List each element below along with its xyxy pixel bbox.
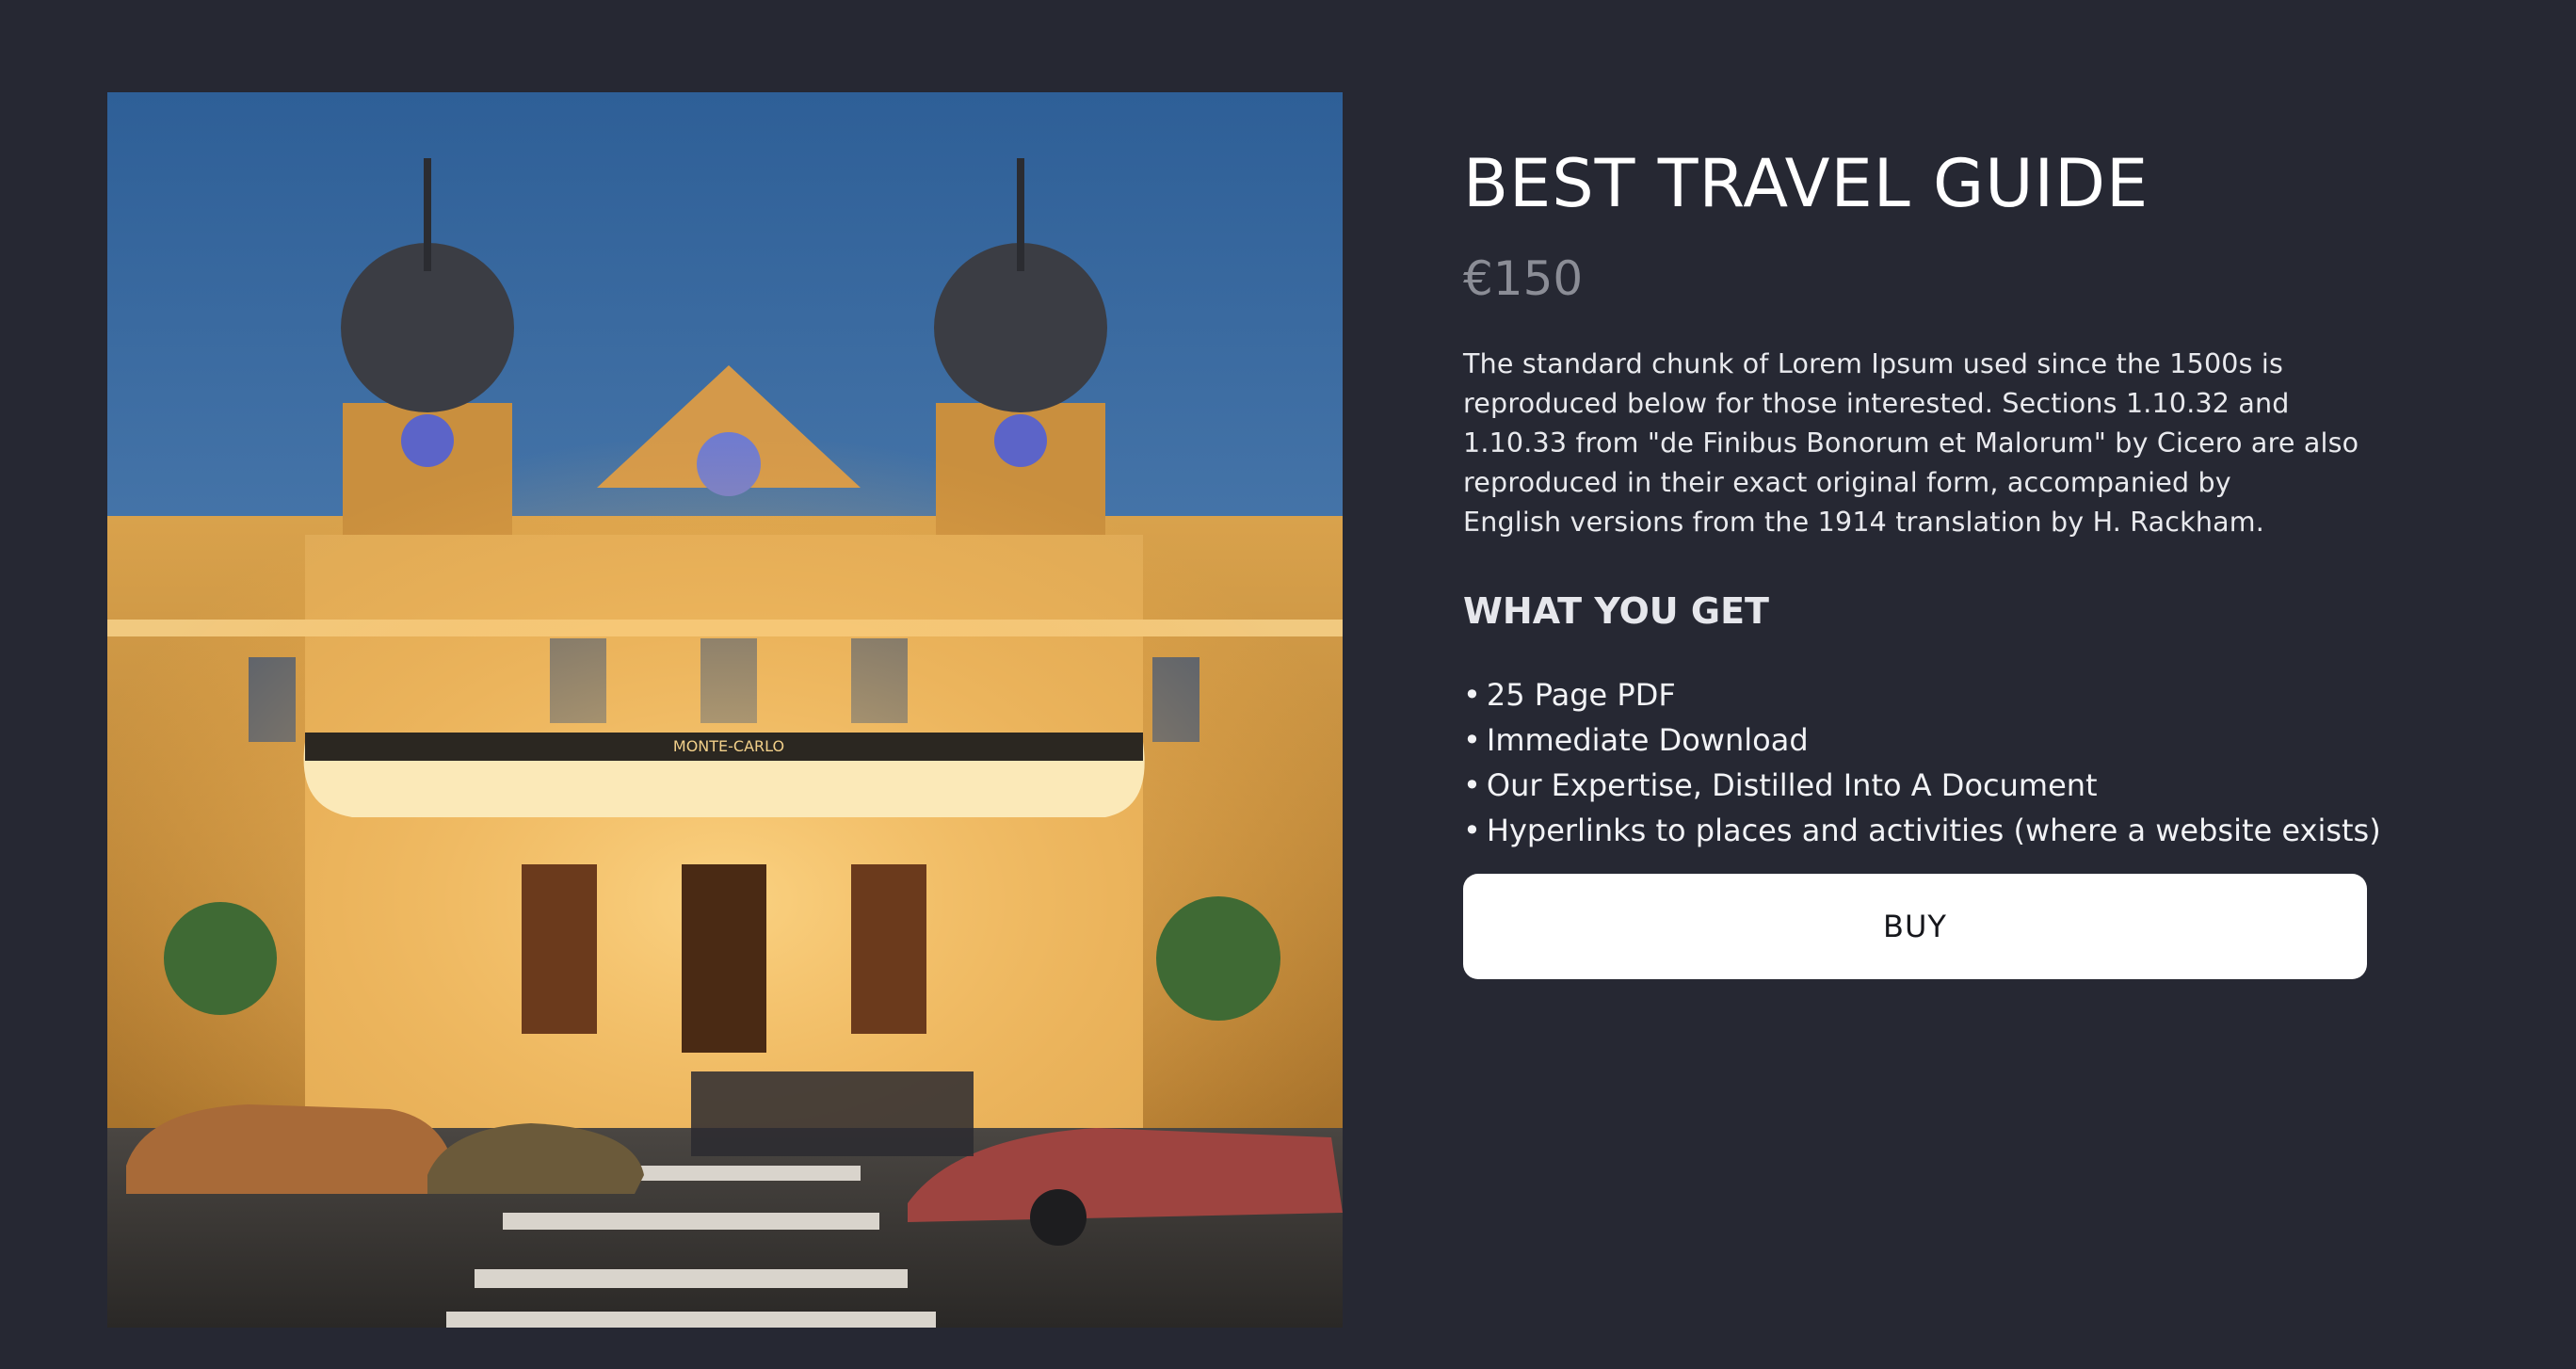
bullet-icon: • [1463,722,1481,758]
benefits-heading: WHAT YOU GET [1463,590,1769,632]
product-title: BEST TRAVEL GUIDE [1463,145,2149,222]
buy-button[interactable]: BUY [1463,874,2367,979]
product-details: BEST TRAVEL GUIDE €150 The standard chun… [1463,139,2381,979]
product-description: The standard chunk of Lorem Ipsum used s… [1463,345,2367,542]
benefit-item: • Immediate Download [1463,717,2367,763]
benefit-label: Hyperlinks to places and activities (whe… [1486,813,2381,848]
benefit-item: • Our Expertise, Distilled Into A Documen… [1463,763,2367,808]
product-page: MONTE-CARLO BEST TRAVEL GUIDE €150 The s… [0,0,2576,1369]
bullet-icon: • [1463,813,1481,848]
description-line: reproduced below for those interested. S… [1463,388,2290,419]
benefit-item: • 25 Page PDF [1463,672,2367,717]
benefit-label: 25 Page PDF [1486,677,1676,713]
bullet-icon: • [1463,677,1481,713]
product-price: €150 [1463,251,1584,306]
bullet-icon: • [1463,767,1481,803]
canopy-sign: MONTE-CARLO [673,737,784,755]
benefit-item: • Hyperlinks to places and activities (wh… [1463,808,2381,853]
description-line: 1.10.33 from "de Finibus Bonorum et Malo… [1463,427,2359,459]
benefit-label: Immediate Download [1486,722,1809,758]
casino-illustration: MONTE-CARLO [107,92,1343,1328]
description-line: English versions from the 1914 translati… [1463,507,2264,538]
description-line: The standard chunk of Lorem Ipsum used s… [1463,348,2284,379]
product-image: MONTE-CARLO [107,92,1343,1328]
benefits-list: • 25 Page PDF • Immediate Download • Our Ex… [1463,672,2381,853]
benefit-label: Our Expertise, Distilled Into A Document [1486,767,2098,803]
description-line: reproduced in their exact original form,… [1463,467,2231,498]
